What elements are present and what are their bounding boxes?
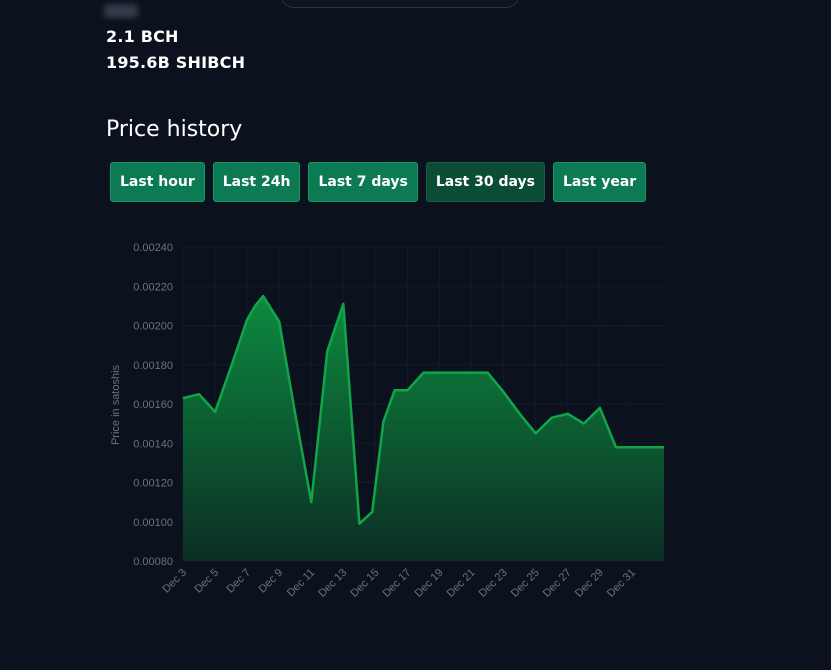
x-tick-label: Dec 23 <box>477 567 510 600</box>
x-axis-ticks: Dec 3 Dec 5 Dec 7 Dec 9 Dec 11Dec 13Dec 15De… <box>160 567 638 600</box>
x-tick-label: Dec 13 <box>316 567 349 600</box>
y-tick-label: 0.00180 <box>133 360 173 372</box>
y-tick-label: 0.00220 <box>133 281 173 293</box>
x-tick-label: Dec 31 <box>605 567 638 600</box>
x-tick-label: Dec 9 <box>257 567 286 596</box>
x-tick-label: Dec 25 <box>509 567 542 600</box>
y-tick-label: 0.00080 <box>133 556 173 568</box>
x-tick-label: Dec 27 <box>541 567 574 600</box>
x-tick-label: Dec 7 <box>224 567 253 596</box>
y-tick-label: 0.00160 <box>133 399 173 411</box>
y-tick-label: 0.00140 <box>133 438 173 450</box>
x-tick-label: Dec 21 <box>445 567 478 600</box>
y-tick-label: 0.00120 <box>133 478 173 490</box>
x-tick-label: Dec 17 <box>380 567 413 600</box>
y-axis-label: Price in satoshis <box>110 364 122 445</box>
y-axis-ticks: 0.00080 0.00100 0.00120 0.00140 0.00160 0.001… <box>133 242 173 568</box>
x-tick-label: Dec 11 <box>285 567 318 600</box>
x-tick-label: Dec 29 <box>573 567 606 600</box>
y-tick-label: 0.00100 <box>133 517 173 529</box>
page: 2.1 BCH 195.6B SHIBCH Price history Last… <box>0 0 831 670</box>
price-history-chart: 0.00080 0.00100 0.00120 0.00140 0.00160 0.001… <box>110 242 664 600</box>
y-tick-label: 0.00240 <box>133 242 173 254</box>
x-tick-label: Dec 3 <box>160 567 189 596</box>
price-area-fill <box>183 296 664 561</box>
x-tick-label: Dec 19 <box>413 567 446 600</box>
y-tick-label: 0.00200 <box>133 321 173 333</box>
x-tick-label: Dec 15 <box>348 567 381 600</box>
chart-area-layer <box>182 294 664 561</box>
x-tick-label: Dec 5 <box>192 567 221 596</box>
